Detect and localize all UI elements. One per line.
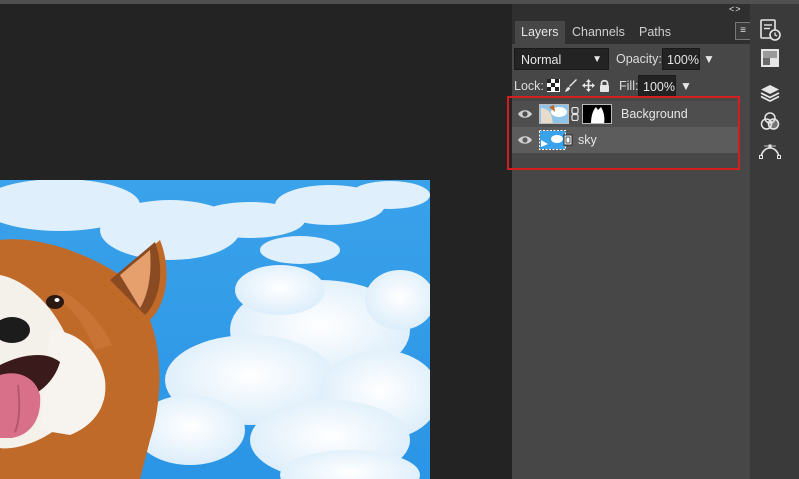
- highlight-box-layers: [507, 96, 740, 170]
- collapse-arrows-panel[interactable]: <>: [729, 4, 742, 14]
- lock-brush-icon[interactable]: [565, 79, 578, 92]
- fill-label: Fill:: [619, 79, 639, 93]
- history-icon[interactable]: [757, 17, 783, 43]
- layers-panel: [512, 4, 750, 479]
- lock-move-icon[interactable]: [582, 79, 595, 92]
- tab-layers[interactable]: Layers: [515, 21, 565, 44]
- lock-label: Lock:: [514, 79, 544, 93]
- document-image[interactable]: [0, 180, 430, 479]
- blend-mode-value: Normal: [521, 53, 562, 67]
- corgi-sky-image: [0, 180, 430, 479]
- opacity-dropdown-icon[interactable]: ▼: [703, 52, 715, 66]
- channels-icon[interactable]: [757, 109, 783, 135]
- right-toolbar: [750, 4, 799, 479]
- lock-all-icon[interactable]: [598, 79, 611, 92]
- lock-transparency-icon[interactable]: [547, 79, 560, 92]
- paths-icon[interactable]: [757, 137, 783, 163]
- opacity-label: Opacity:: [616, 52, 662, 66]
- chevron-down-icon: ▼: [592, 54, 602, 65]
- swatches-icon[interactable]: [757, 45, 783, 71]
- hamburger-menu-icon[interactable]: ≡: [735, 22, 751, 40]
- tab-channels[interactable]: Channels: [566, 21, 631, 44]
- fill-dropdown-icon[interactable]: ▼: [680, 79, 692, 93]
- layers-icon[interactable]: [757, 80, 783, 106]
- opacity-input[interactable]: 100%: [662, 48, 700, 70]
- blend-mode-select[interactable]: Normal ▼: [514, 48, 609, 70]
- panel-collapse-bar[interactable]: [512, 4, 750, 16]
- fill-input[interactable]: 100%: [638, 75, 676, 97]
- tab-paths[interactable]: Paths: [633, 21, 677, 44]
